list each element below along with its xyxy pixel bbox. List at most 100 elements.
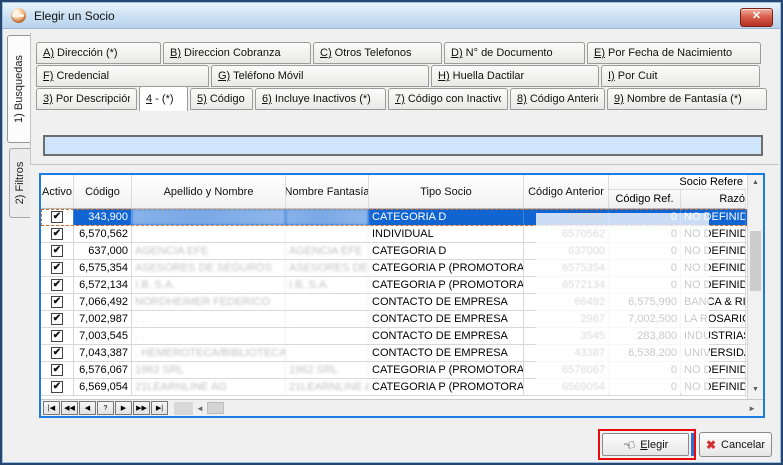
row-cell-cod_anterior: 6575354 xyxy=(524,260,609,276)
tab-5-c-digo[interactable]: 5) Código xyxy=(190,88,253,110)
row-cell-cod_anterior: 6570562 xyxy=(524,226,609,242)
row-cell-activo: ✔ xyxy=(41,362,74,378)
navigator-button-4[interactable]: ▶ xyxy=(115,401,132,415)
table-row[interactable]: ✔7,043,387. HEMEROTECA/BIBLIOTECA CCONTA… xyxy=(41,345,763,362)
tab-b-direccion-cobranza[interactable]: B) Direccion Cobranza xyxy=(163,42,311,64)
table-row[interactable]: ✔7,066,492NORDHEIMER FEDERICOCONTACTO DE… xyxy=(41,294,763,311)
table-row[interactable]: ✔6,575,354ASESORES DE SEGUROSASESORES DE… xyxy=(41,260,763,277)
row-cell-razon: NO DEFINIDO xyxy=(681,209,746,225)
row-cell-cod_ref: 6,575,990 xyxy=(609,294,681,310)
scroll-up-icon[interactable]: ▲ xyxy=(748,175,763,190)
tab-3-por-descripci-n[interactable]: 3) Por Descripción xyxy=(36,88,137,110)
row-cell-activo: ✔ xyxy=(41,243,74,259)
tab-9-nombre-de-fantas-a[interactable]: 9) Nombre de Fantasía (*) xyxy=(607,88,767,110)
tab-i-por-cuit[interactable]: I) Por Cuit xyxy=(601,65,760,87)
title-bar: Elegir un Socio ✕ xyxy=(3,3,780,29)
navigator-buttons: |◀◀◀◀?▶▶▶▶| xyxy=(43,401,169,415)
navigator-button-2[interactable]: ◀ xyxy=(79,401,96,415)
active-checkbox[interactable]: ✔ xyxy=(51,245,63,257)
active-checkbox[interactable]: ✔ xyxy=(51,313,63,325)
tab-c-otros-telefonos[interactable]: C) Otros Telefonos xyxy=(313,42,442,64)
row-cell-cod_anterior: 343900 xyxy=(524,209,609,225)
tab-h-huella-dactilar[interactable]: H) Huella Dactilar xyxy=(431,65,599,87)
navigator-button-1[interactable]: ◀◀ xyxy=(61,401,78,415)
column-header-codigo[interactable]: Código xyxy=(74,175,132,209)
active-checkbox[interactable]: ✔ xyxy=(51,228,63,240)
row-cell-razon: UNIVERSIDAD C xyxy=(681,345,746,361)
tab-4[interactable]: 4 - (*) xyxy=(139,86,188,111)
row-cell-cod_anterior: 6572134 xyxy=(524,277,609,293)
cancel-button[interactable]: ✖ Cancelar xyxy=(699,432,772,457)
active-checkbox[interactable]: ✔ xyxy=(51,211,63,223)
row-cell-nombre: I.B. S.A. xyxy=(132,277,286,293)
row-cell-tipo: CONTACTO DE EMPRESA xyxy=(369,294,524,310)
search-input[interactable] xyxy=(43,135,763,156)
dialog-window: Elegir un Socio ✕ 1) Busquedas 2) Filtro… xyxy=(0,0,783,465)
group-header-label[interactable]: Socio Refere xyxy=(609,175,746,190)
table-row[interactable]: ✔6,572,134I.B. S.A.I.B. S.A.CATEGORIA P … xyxy=(41,277,763,294)
tab-g-tel-fono-m-vil[interactable]: G) Teléfono Móvil xyxy=(211,65,429,87)
cancel-button-label: Cancelar xyxy=(721,439,765,451)
column-header-razon[interactable]: Razó xyxy=(681,190,746,209)
navigator-button-6[interactable]: ▶| xyxy=(151,401,168,415)
active-checkbox[interactable]: ✔ xyxy=(51,330,63,342)
row-cell-tipo: CONTACTO DE EMPRESA xyxy=(369,345,524,361)
column-header-nombre[interactable]: Apellido y Nombre xyxy=(132,175,286,209)
table-row[interactable]: ✔6,576,0671962 SRL1962 SRLCATEGORIA P (P… xyxy=(41,362,763,379)
tab-e-por-fecha-de-nacimiento[interactable]: E) Por Fecha de Nacimiento xyxy=(587,42,761,64)
tab-label: G) Teléfono Móvil xyxy=(218,70,303,82)
vertical-scrollbar[interactable]: ▲ ▼ xyxy=(747,175,763,399)
scroll-right-icon[interactable]: ► xyxy=(748,404,756,413)
row-cell-tipo: CATEGORIA P (PROMOTORA) xyxy=(369,260,524,276)
table-row[interactable]: ✔343,900CATEGORIA D3439000NO DEFINIDO xyxy=(41,209,763,226)
navigator-button-3[interactable]: ? xyxy=(97,401,114,415)
tab-label: 4 - (*) xyxy=(146,93,174,105)
active-checkbox[interactable]: ✔ xyxy=(51,262,63,274)
tab-8-c-digo-anterior[interactable]: 8) Código Anterior xyxy=(510,88,605,110)
row-cell-razon: NO DEFINIDO xyxy=(681,243,746,259)
table-row[interactable]: ✔637,000AGENCIA EFEAGENCIA EFECATEGORIA … xyxy=(41,243,763,260)
row-cell-fantasia: I.B. S.A. xyxy=(286,277,369,293)
table-row[interactable]: ✔6,569,05421LEARNLINE AG21LEARNLINE AGCA… xyxy=(41,379,763,396)
column-header-tipo[interactable]: Tipo Socio xyxy=(369,175,524,209)
row-cell-tipo: CATEGORIA P (PROMOTORA) xyxy=(369,379,524,395)
tab-a-direcci-n[interactable]: A) Dirección (*) xyxy=(36,42,161,64)
column-header-fantasia[interactable]: Nombre Fantasía xyxy=(286,175,369,209)
scroll-down-icon[interactable]: ▼ xyxy=(748,382,763,397)
tab-7-c-digo-con-inactivos[interactable]: 7) Código con Inactivos xyxy=(388,88,508,110)
side-tab-filtros[interactable]: 2) Filtros xyxy=(9,148,30,218)
column-header-cod_ref[interactable]: Código Ref. xyxy=(609,190,681,209)
partner-table: ActivoCódigoApellido y NombreNombre Fant… xyxy=(39,173,765,418)
side-tab-busquedas-label: 1) Busquedas xyxy=(13,55,25,123)
active-checkbox[interactable]: ✔ xyxy=(51,364,63,376)
active-checkbox[interactable]: ✔ xyxy=(51,347,63,359)
side-tab-busquedas[interactable]: 1) Busquedas xyxy=(7,35,30,143)
row-cell-activo: ✔ xyxy=(41,277,74,293)
row-cell-fantasia xyxy=(286,226,369,242)
table-row[interactable]: ✔6,570,562INDIVIDUAL65705620NO DEFINIDO xyxy=(41,226,763,243)
tab-d-n-de-documento[interactable]: D) N° de Documento xyxy=(444,42,585,64)
horizontal-scroll-thumb[interactable] xyxy=(207,402,224,414)
row-cell-razon: NO DEFINIDO xyxy=(681,362,746,378)
column-header-cod_anterior[interactable]: Código Anterior xyxy=(524,175,609,209)
active-checkbox[interactable]: ✔ xyxy=(51,296,63,308)
row-cell-cod_anterior: 43387 xyxy=(524,345,609,361)
row-cell-cod_anterior: 6576067 xyxy=(524,362,609,378)
scroll-left-icon[interactable]: ◄ xyxy=(196,404,204,413)
vertical-scroll-thumb[interactable] xyxy=(750,231,761,291)
navigator-button-0[interactable]: |◀ xyxy=(43,401,60,415)
tab-label: B) Direccion Cobranza xyxy=(170,47,281,59)
row-cell-cod_ref: 0 xyxy=(609,243,681,259)
row-cell-codigo: 7,043,387 xyxy=(74,345,132,361)
active-checkbox[interactable]: ✔ xyxy=(51,381,63,393)
navigator-button-5[interactable]: ▶▶ xyxy=(133,401,150,415)
table-row[interactable]: ✔7,002,987. .CONTACTO DE EMPRESA29877,00… xyxy=(41,311,763,328)
tab-f-credencial[interactable]: F) Credencial xyxy=(36,65,209,87)
close-button[interactable]: ✕ xyxy=(740,8,773,27)
row-cell-razon: BANCA & RIESG xyxy=(681,294,746,310)
tab-6-incluye-inactivos[interactable]: 6) Incluye Inactivos (*) xyxy=(255,88,386,110)
table-row[interactable]: ✔7,003,545. .CONTACTO DE EMPRESA3545283,… xyxy=(41,328,763,345)
active-checkbox[interactable]: ✔ xyxy=(51,279,63,291)
column-header-activo[interactable]: Activo xyxy=(41,175,74,209)
row-cell-fantasia: 1962 SRL xyxy=(286,362,369,378)
